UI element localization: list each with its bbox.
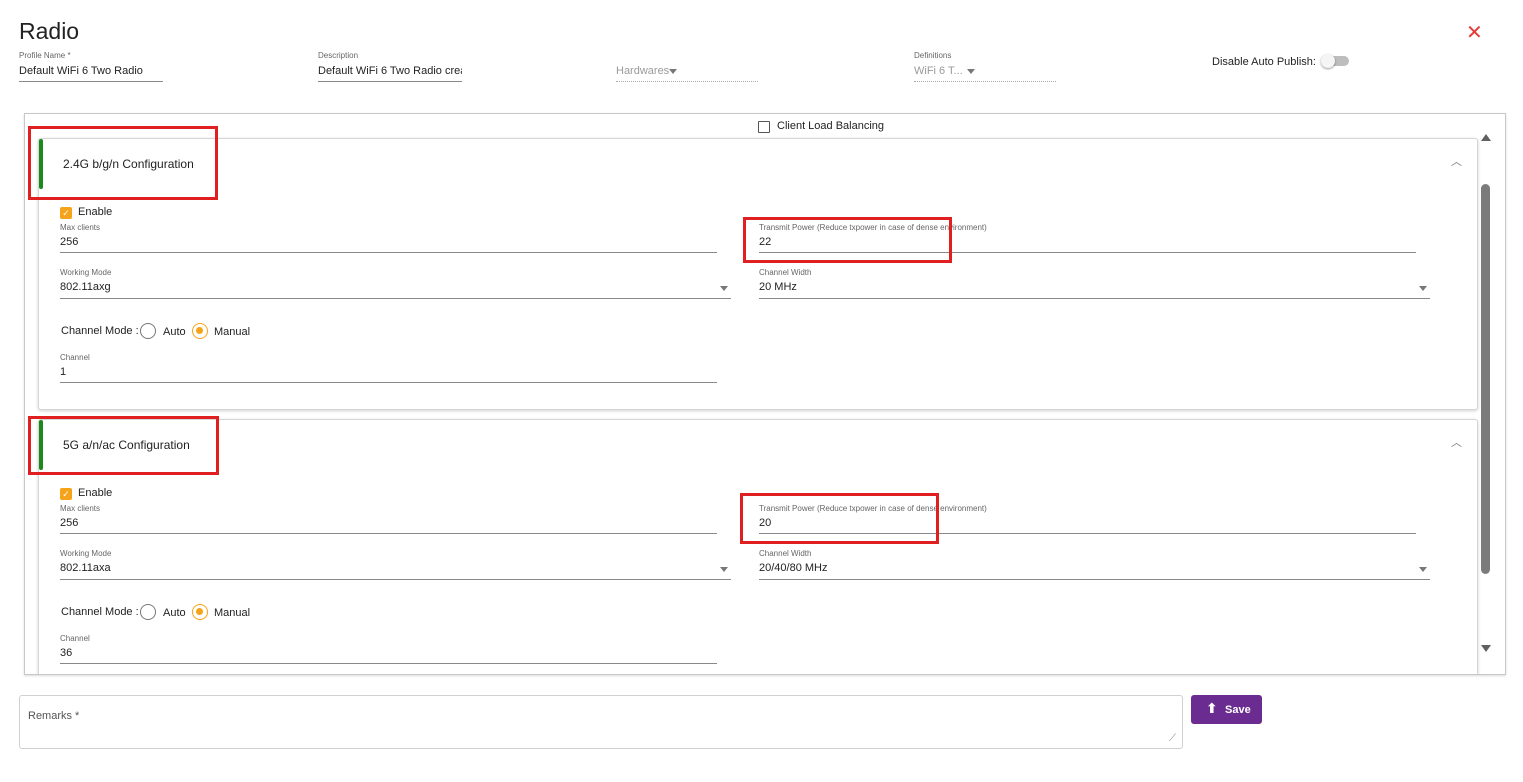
save-label: Save <box>1225 704 1251 716</box>
scrollbar-thumb[interactable] <box>1481 184 1490 574</box>
channel-width-label: Channel Width <box>759 549 812 558</box>
chevron-up-icon[interactable]: ︿ <box>1451 153 1462 169</box>
chevron-down-icon <box>720 286 728 291</box>
working-mode-value: 802.11axg <box>60 281 111 293</box>
profile-name-label: Profile Name * <box>19 51 71 60</box>
enable-label-2g: Enable <box>78 206 113 218</box>
section-indicator-bar <box>39 139 43 189</box>
channel-input-5g[interactable]: 36 <box>60 647 717 664</box>
remarks-textarea[interactable]: Remarks * ⟋ <box>19 695 1183 749</box>
save-button[interactable]: ⬆ Save <box>1191 695 1262 724</box>
hardwares-select[interactable]: Hardwares <box>616 65 758 82</box>
description-label: Description <box>318 51 359 60</box>
manual-label: Manual <box>214 607 251 619</box>
channel-mode-label: Channel Mode : <box>61 325 139 337</box>
channel-width-select-2g[interactable]: 20 MHz <box>759 281 1430 299</box>
channel-width-value: 20 MHz <box>759 281 797 293</box>
working-mode-label: Working Mode <box>60 268 112 277</box>
definitions-select[interactable]: WiFi 6 T... <box>914 65 1056 82</box>
auto-label: Auto <box>163 607 186 619</box>
chevron-down-icon <box>1419 567 1427 572</box>
definitions-value: WiFi 6 T... <box>914 65 963 77</box>
radio-config-scroll-area[interactable]: Client Load Balancing 2.4G b/g/n Configu… <box>24 113 1506 675</box>
disable-auto-publish-label: Disable Auto Publish: <box>1212 56 1316 68</box>
definitions-label: Definitions <box>914 51 952 60</box>
hardwares-placeholder: Hardwares <box>616 65 670 77</box>
scroll-down-arrow-icon[interactable] <box>1481 645 1491 652</box>
resize-handle-icon[interactable]: ⟋ <box>1169 734 1176 744</box>
upload-icon: ⬆ <box>1206 700 1218 716</box>
transmit-power-label: Transmit Power (Reduce txpower in case o… <box>759 504 987 513</box>
enable-checkbox-5g[interactable]: ✓ <box>60 488 72 500</box>
working-mode-select-5g[interactable]: 802.11axa <box>60 562 731 580</box>
channel-label: Channel <box>60 353 90 362</box>
config-panel-2g: 2.4G b/g/n Configuration ︿ ✓ Enable Max … <box>38 138 1478 410</box>
transmit-power-input-5g[interactable]: 20 <box>759 517 1416 534</box>
client-load-balancing-checkbox[interactable] <box>758 121 770 133</box>
scroll-up-arrow-icon[interactable] <box>1481 134 1491 141</box>
chevron-up-icon[interactable]: ︿ <box>1451 434 1462 450</box>
channel-label: Channel <box>60 634 90 643</box>
chevron-down-icon <box>967 69 975 74</box>
page-title: Radio <box>19 18 80 44</box>
working-mode-value: 802.11axa <box>60 562 111 574</box>
chevron-down-icon <box>1419 286 1427 291</box>
description-input[interactable]: Default WiFi 6 Two Radio crea <box>318 65 462 82</box>
manual-label: Manual <box>214 326 251 338</box>
transmit-power-label: Transmit Power (Reduce txpower in case o… <box>759 223 987 232</box>
close-icon[interactable]: ✕ <box>1466 23 1483 43</box>
toggle-knob <box>1321 54 1335 68</box>
max-clients-label: Max clients <box>60 223 101 232</box>
enable-label-5g: Enable <box>78 487 113 499</box>
channel-mode-auto-radio-5g[interactable] <box>140 604 156 620</box>
section-title-2g: 2.4G b/g/n Configuration <box>63 157 194 171</box>
transmit-power-input-2g[interactable]: 22 <box>759 236 1416 253</box>
max-clients-input-2g[interactable]: 256 <box>60 236 717 253</box>
client-load-balancing-label: Client Load Balancing <box>777 120 885 132</box>
channel-width-label: Channel Width <box>759 268 812 277</box>
section-indicator-bar <box>39 420 43 470</box>
section-title-5g: 5G a/n/ac Configuration <box>63 438 190 452</box>
enable-checkbox-2g[interactable]: ✓ <box>60 207 72 219</box>
channel-mode-manual-radio-5g[interactable] <box>192 604 208 620</box>
channel-width-select-5g[interactable]: 20/40/80 MHz <box>759 562 1430 580</box>
channel-mode-manual-radio-2g[interactable] <box>192 323 208 339</box>
scrollbar[interactable] <box>1503 114 1505 674</box>
channel-mode-label: Channel Mode : <box>61 606 139 618</box>
auto-label: Auto <box>163 326 186 338</box>
config-panel-5g: 5G a/n/ac Configuration ︿ ✓ Enable Max c… <box>38 419 1478 674</box>
channel-width-value: 20/40/80 MHz <box>759 562 828 574</box>
chevron-down-icon <box>720 567 728 572</box>
channel-mode-auto-radio-2g[interactable] <box>140 323 156 339</box>
chevron-down-icon <box>669 69 677 74</box>
max-clients-input-5g[interactable]: 256 <box>60 517 717 534</box>
channel-input-2g[interactable]: 1 <box>60 366 717 383</box>
remarks-placeholder: Remarks * <box>28 710 80 722</box>
working-mode-select-2g[interactable]: 802.11axg <box>60 281 731 299</box>
profile-name-input[interactable]: Default WiFi 6 Two Radio <box>19 65 163 82</box>
max-clients-label: Max clients <box>60 504 101 513</box>
working-mode-label: Working Mode <box>60 549 112 558</box>
